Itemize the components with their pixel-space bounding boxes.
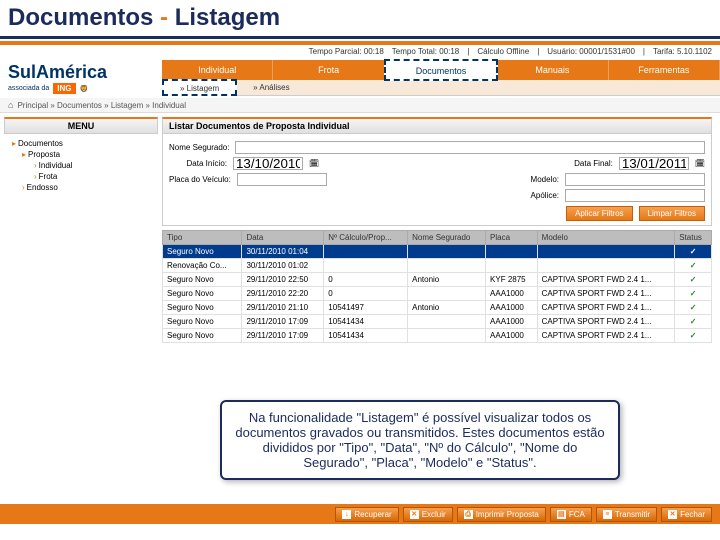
transmitir-button[interactable]: ≡Transmitir <box>596 507 657 522</box>
usuario: Usuário: 00001/1531#00 <box>547 47 635 56</box>
status-check-icon: ✓ <box>675 315 712 329</box>
status-check-icon: ✓ <box>675 287 712 301</box>
menu-tree: ▸Documentos ▸Proposta ›Individual ›Frota… <box>4 134 158 197</box>
topbar: Tempo Parcial: 00:18 Tempo Total: 00:18 … <box>0 45 720 58</box>
data-inicio-input[interactable] <box>233 157 303 170</box>
limpar-filtros-button[interactable]: Limpar Filtros <box>639 206 705 221</box>
tempo-parcial: Tempo Parcial: 00:18 <box>309 47 384 56</box>
table-row[interactable]: Seguro Novo29/11/2010 22:500AntonioKYF 2… <box>163 273 712 287</box>
placa-label: Placa do Veículo: <box>169 175 231 184</box>
print-icon: ⎙ <box>464 510 473 519</box>
calendar-icon[interactable]: 🗓 <box>309 159 319 168</box>
col-header[interactable]: Placa <box>486 231 538 245</box>
footer-toolbar: ↓Recuperar ✕Excluir ⎙Imprimir Proposta ▤… <box>0 504 720 524</box>
table-row[interactable]: Seguro Novo29/11/2010 17:0910541434AAA10… <box>163 315 712 329</box>
status-check-icon: ✓ <box>675 329 712 343</box>
logo: SulAmérica associada da ING 🦁 <box>0 58 162 98</box>
table-row[interactable]: Seguro Novo29/11/2010 21:1010541497Anton… <box>163 301 712 315</box>
table-row[interactable]: Seguro Novo30/11/2010 01:04✓ <box>163 245 712 259</box>
tree-frota[interactable]: ›Frota <box>6 171 156 182</box>
placa-input[interactable] <box>237 173 327 186</box>
col-header[interactable]: Nome Segurado <box>408 231 486 245</box>
sidebar: MENU ▸Documentos ▸Proposta ›Individual ›… <box>0 113 162 347</box>
data-inicio-label: Data Início: <box>169 159 227 168</box>
tree-documentos[interactable]: ▸Documentos <box>6 138 156 149</box>
col-header[interactable]: Nº Cálculo/Prop... <box>324 231 408 245</box>
tab-frota[interactable]: Frota <box>273 60 384 80</box>
col-header[interactable]: Tipo <box>163 231 242 245</box>
down-icon: ↓ <box>342 510 351 519</box>
close-icon: ✕ <box>668 510 677 519</box>
tab-individual[interactable]: Individual <box>162 60 273 80</box>
panel-title: Listar Documentos de Proposta Individual <box>162 117 712 134</box>
modelo-input[interactable] <box>565 173 705 186</box>
logo-assoc: associada da <box>8 85 49 92</box>
fca-button[interactable]: ▤FCA <box>550 507 592 522</box>
aplicar-filtros-button[interactable]: Aplicar Filtros <box>566 206 632 221</box>
recuperar-button[interactable]: ↓Recuperar <box>335 507 398 522</box>
col-header[interactable]: Modelo <box>537 231 675 245</box>
x-icon: ✕ <box>410 510 419 519</box>
status-offline: Cálculo Offline <box>477 47 529 56</box>
main-panel: Listar Documentos de Proposta Individual… <box>162 113 720 347</box>
title-a: Documentos <box>8 4 153 31</box>
filters: Nome Segurado: Data Início: 🗓 Data Final… <box>162 134 712 226</box>
status-check-icon: ✓ <box>675 245 712 259</box>
subtabs: » Listagem » Análises <box>162 80 720 96</box>
doc-icon: ▤ <box>557 510 566 519</box>
data-final-input[interactable] <box>619 157 689 170</box>
subtab-listagem[interactable]: » Listagem <box>162 79 237 96</box>
tab-documentos[interactable]: Documentos <box>384 59 498 81</box>
lion-icon: 🦁 <box>80 85 89 93</box>
ing-logo: ING <box>53 83 75 94</box>
main-tabs: Individual Frota Documentos Manuais Ferr… <box>162 60 720 80</box>
breadcrumb: ⌂ Principal » Documentos » Listagem » In… <box>0 98 720 113</box>
title-sep: - <box>153 4 174 31</box>
table-row[interactable]: Seguro Novo29/11/2010 22:200AAA1000CAPTI… <box>163 287 712 301</box>
table-row[interactable]: Seguro Novo29/11/2010 17:0910541434AAA10… <box>163 329 712 343</box>
home-icon[interactable]: ⌂ <box>8 100 13 110</box>
nome-label: Nome Segurado: <box>169 143 229 152</box>
tree-proposta[interactable]: ▸Proposta <box>6 149 156 160</box>
apolice-label: Apólice: <box>501 191 559 200</box>
logo-brand: SulAmérica <box>8 62 154 83</box>
tab-manuais[interactable]: Manuais <box>497 60 608 80</box>
tarifa: Tarifa: 5.10.1102 <box>653 47 712 56</box>
modelo-label: Modelo: <box>501 175 559 184</box>
col-header[interactable]: Data <box>242 231 324 245</box>
tree-individual[interactable]: ›Individual <box>6 160 156 171</box>
data-final-label: Data Final: <box>555 159 613 168</box>
imprimir-button[interactable]: ⎙Imprimir Proposta <box>457 507 546 522</box>
apolice-input[interactable] <box>565 189 705 202</box>
documents-table: TipoDataNº Cálculo/Prop...Nome SeguradoP… <box>162 230 712 343</box>
tree-endosso[interactable]: ›Endosso <box>6 182 156 193</box>
subtab-analises[interactable]: » Análises <box>237 80 305 95</box>
slide-title: Documentos - Listagem <box>0 0 720 39</box>
status-check-icon: ✓ <box>675 301 712 315</box>
callout-box: Na funcionalidade "Listagem" é possível … <box>220 400 620 480</box>
tab-ferramentas[interactable]: Ferramentas <box>609 60 720 80</box>
excluir-button[interactable]: ✕Excluir <box>403 507 453 522</box>
menu-header: MENU <box>4 117 158 134</box>
table-row[interactable]: Renovação Co...30/11/2010 01:02✓ <box>163 259 712 273</box>
title-b: Listagem <box>175 4 280 31</box>
nome-input[interactable] <box>235 141 705 154</box>
breadcrumb-text: Principal » Documentos » Listagem » Indi… <box>17 101 186 110</box>
col-header[interactable]: Status <box>675 231 712 245</box>
send-icon: ≡ <box>603 510 612 519</box>
fechar-button[interactable]: ✕Fechar <box>661 507 712 522</box>
tempo-total: Tempo Total: 00:18 <box>392 47 459 56</box>
status-check-icon: ✓ <box>675 259 712 273</box>
status-check-icon: ✓ <box>675 273 712 287</box>
calendar-icon[interactable]: 🗓 <box>695 159 705 168</box>
